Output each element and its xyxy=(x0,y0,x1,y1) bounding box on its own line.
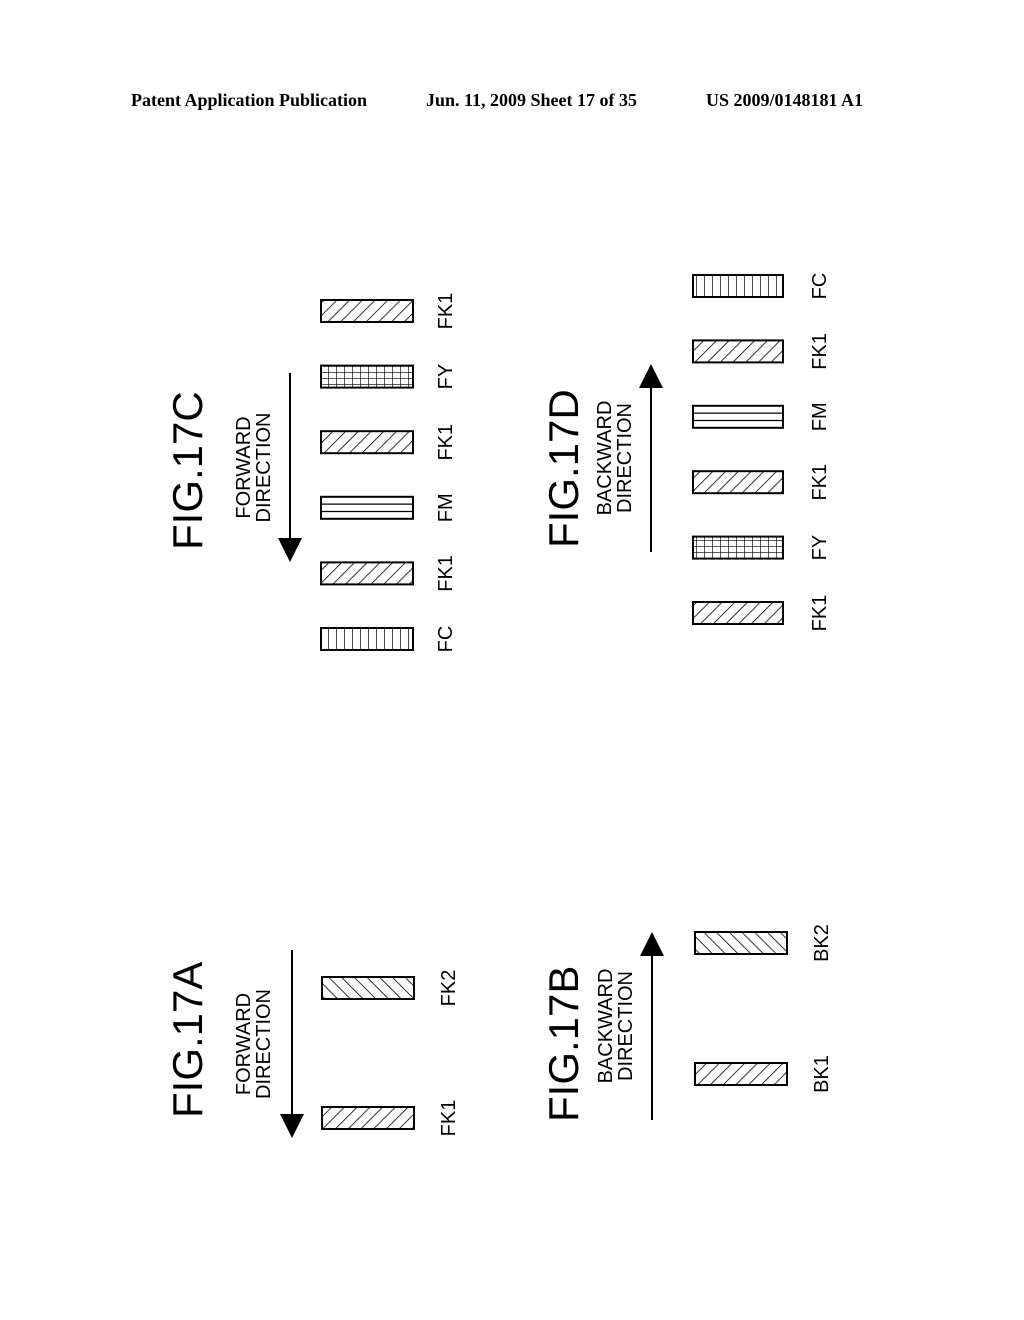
bar-label: FK1 xyxy=(809,333,831,370)
bar-label: BK2 xyxy=(811,924,833,962)
arrow-up-icon xyxy=(640,932,664,1120)
fig17a-figure: FIG.17A FORWARDDIRECTION FK1 FK2 xyxy=(164,950,460,1138)
bar-label: FK1 xyxy=(435,424,457,461)
bar-label: FK1 xyxy=(435,555,457,592)
bar-label: FK1 xyxy=(809,464,831,501)
ink-bar-fm xyxy=(692,404,784,429)
ink-bar-fc xyxy=(692,274,784,298)
arrow-down-icon xyxy=(280,950,304,1138)
ink-bar-fk1 xyxy=(321,1106,415,1130)
ink-bar-fk1 xyxy=(320,299,414,323)
figure-title: FIG.17C xyxy=(164,391,211,550)
ink-bar-fm xyxy=(320,495,414,520)
ink-bar-fk1 xyxy=(692,339,784,364)
direction-label-line: DIRECTION xyxy=(615,971,637,1081)
direction-label-line: DIRECTION xyxy=(253,989,275,1099)
bar-label: FK1 xyxy=(438,1100,460,1137)
arrow-head xyxy=(280,1114,304,1138)
arrow-head xyxy=(278,538,302,562)
ink-bar-bk2 xyxy=(694,931,788,955)
figure-title: FIG.17A xyxy=(164,962,211,1118)
direction-label-line: BACKWARD xyxy=(594,401,616,516)
arrow-head xyxy=(640,932,664,956)
arrow-up-icon xyxy=(639,364,663,552)
bar-label: FM xyxy=(435,493,457,522)
fig17b-figure: FIG.17B BACKWARDDIRECTION BK1 BK2 xyxy=(540,924,833,1122)
bar-label: FK1 xyxy=(435,293,457,330)
direction-label-line: BACKWARD xyxy=(595,969,617,1084)
bar-label: FM xyxy=(809,402,831,431)
direction-label-line: FORWARD xyxy=(233,993,255,1095)
bar-label: FC xyxy=(809,273,831,300)
ink-bar-fk1 xyxy=(692,470,784,495)
figure-title: FIG.17D xyxy=(540,389,587,548)
ink-bar-fk1 xyxy=(692,601,784,625)
direction-label-line: FORWARD xyxy=(233,416,255,518)
ink-bar-fk1 xyxy=(320,561,414,586)
bar-label: FY xyxy=(809,535,831,561)
drawing-sheet: FIG.17A FORWARDDIRECTIONFK1FK2 FIG.17B BACK… xyxy=(164,273,833,1138)
fig17c-figure: FIG.17C FORWARDDIRECTION FC FK1 FM FK1 FY FK1 xyxy=(164,293,457,653)
ink-bar-fc xyxy=(320,627,414,651)
direction-label-line: DIRECTION xyxy=(253,413,275,523)
direction-label-line: DIRECTION xyxy=(614,403,636,513)
ink-bar-fy xyxy=(692,535,784,560)
bar-label: FK2 xyxy=(438,970,460,1007)
ink-bar-fk2 xyxy=(321,976,415,1000)
figure-title: FIG.17B xyxy=(540,966,587,1122)
bar-label: FY xyxy=(435,364,457,390)
bar-label: FC xyxy=(435,626,457,653)
arrow-down-icon xyxy=(278,373,302,562)
ink-bar-bk1 xyxy=(694,1062,788,1086)
bar-label: BK1 xyxy=(811,1055,833,1093)
fig17d-figure: FIG.17D BACKWARDDIRECTION FK1 FY FK1 FM FK1 FC xyxy=(540,273,831,632)
ink-bar-fk1 xyxy=(320,430,414,455)
arrow-head xyxy=(639,364,663,388)
ink-bar-fy xyxy=(320,364,414,389)
bar-label: FK1 xyxy=(809,595,831,632)
